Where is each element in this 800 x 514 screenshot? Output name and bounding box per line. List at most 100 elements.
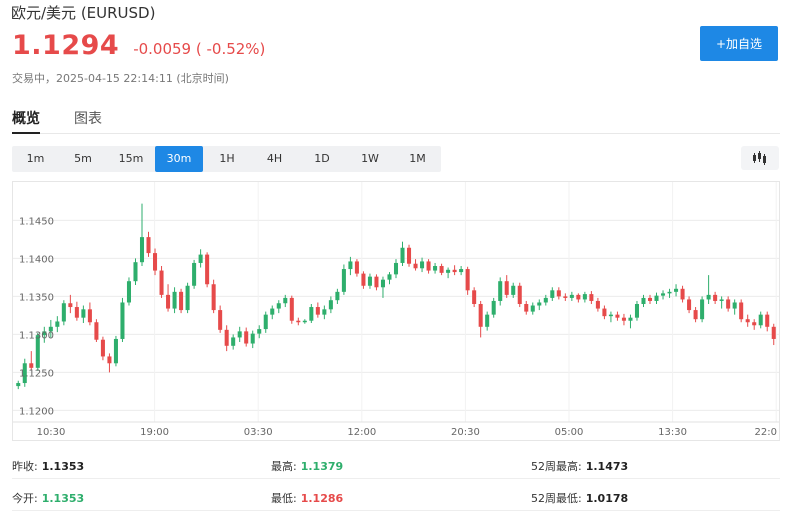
candle-body	[81, 309, 86, 318]
candle	[700, 296, 705, 323]
candle	[211, 279, 216, 314]
candle	[113, 335, 118, 367]
x-tick-label: 19:00	[140, 427, 169, 438]
candle-body	[732, 302, 737, 309]
candle-body	[517, 285, 522, 304]
candle-body	[719, 299, 724, 301]
candle-body	[608, 314, 613, 317]
x-tick-label: 12:00	[347, 427, 376, 438]
period-1m[interactable]: 1m	[12, 146, 59, 172]
tab-chart[interactable]: 图表	[74, 108, 102, 128]
candle-body	[713, 294, 718, 301]
candle-body	[498, 281, 503, 301]
x-tick-label: 03:30	[244, 427, 273, 438]
candle	[393, 259, 399, 279]
period-1w[interactable]: 1W	[346, 146, 394, 172]
candle-body	[133, 262, 138, 282]
candle-body	[563, 296, 568, 298]
candle-body	[205, 254, 210, 285]
candle	[263, 311, 268, 333]
candle-body	[354, 261, 359, 274]
candle-body	[139, 237, 145, 263]
candle-body	[615, 314, 620, 318]
candle-body	[87, 309, 92, 323]
candle	[289, 295, 294, 324]
candle-body	[550, 290, 555, 298]
period-5m[interactable]: 5m	[59, 146, 107, 172]
candle-body	[257, 329, 262, 334]
candle-body	[146, 237, 151, 254]
candle	[446, 267, 451, 279]
candle	[465, 266, 470, 295]
period-1month[interactable]: 1M	[394, 146, 441, 172]
candle-body	[465, 269, 470, 291]
period-15m[interactable]: 15m	[107, 146, 155, 172]
period-1d[interactable]: 1D	[298, 146, 346, 172]
candle	[172, 287, 177, 314]
candle-body	[582, 294, 587, 300]
candle-body	[322, 309, 327, 315]
candle-body	[113, 338, 118, 364]
x-tick-label: 13:30	[658, 427, 687, 438]
candle-body	[270, 308, 275, 315]
period-30m[interactable]: 30m	[155, 146, 203, 172]
candle-body	[289, 297, 294, 321]
candle	[244, 327, 249, 347]
candle	[270, 305, 275, 320]
candle	[765, 311, 770, 332]
candle-body	[569, 294, 574, 298]
candle	[218, 305, 223, 333]
candle	[752, 319, 757, 330]
period-1h[interactable]: 1H	[203, 146, 251, 172]
candle	[120, 297, 125, 342]
candle	[426, 259, 431, 274]
candle	[433, 262, 438, 274]
candle-body	[687, 299, 692, 311]
candle-body	[654, 295, 659, 301]
candle-body	[667, 291, 672, 294]
period-4h[interactable]: 4H	[251, 146, 298, 172]
candle-body	[426, 261, 431, 271]
candle-body	[602, 308, 607, 317]
candle-body	[420, 261, 425, 269]
add-watchlist-button[interactable]: +加自选	[700, 26, 778, 61]
candle-body	[341, 269, 346, 292]
candle	[126, 277, 131, 306]
candle	[374, 274, 379, 291]
candle-body	[641, 297, 646, 304]
candle-body	[198, 254, 203, 263]
candle	[589, 291, 594, 304]
candle	[556, 287, 561, 300]
candle-body	[159, 270, 164, 295]
candle	[491, 297, 496, 318]
tab-overview[interactable]: 概览	[12, 108, 40, 128]
candle	[537, 299, 542, 311]
candle-body	[556, 290, 561, 297]
candle	[706, 275, 711, 304]
chart-type-button[interactable]	[741, 146, 779, 170]
candlestick-chart: 1.1450 1.1400 1.1350 1.1300 1.1250 1.1200 10:3…	[13, 182, 779, 438]
candle-body	[771, 326, 776, 339]
candle-body	[628, 317, 633, 321]
candle	[569, 291, 574, 301]
candle-body	[263, 314, 268, 330]
x-tick-label: 05:00	[555, 427, 584, 438]
candle-body	[693, 310, 698, 320]
candle-body	[537, 302, 542, 306]
candle-body	[706, 294, 711, 300]
candle-body	[439, 266, 444, 273]
candle	[680, 285, 685, 303]
candle	[693, 307, 698, 323]
candle-body	[107, 356, 112, 364]
candle	[380, 276, 385, 298]
candle	[459, 266, 464, 276]
candle-body	[647, 297, 653, 301]
candle	[29, 351, 34, 371]
candle-body	[361, 273, 366, 286]
price-chart[interactable]: 1.1450 1.1400 1.1350 1.1300 1.1250 1.1200 10:3…	[12, 181, 780, 441]
candle-body	[752, 322, 757, 326]
candle	[192, 259, 197, 289]
candle	[654, 292, 659, 304]
stats-row: 昨收: 1.1353 最高: 1.1379 52周最高: 1.1473	[12, 447, 780, 479]
candle-body	[166, 294, 171, 309]
